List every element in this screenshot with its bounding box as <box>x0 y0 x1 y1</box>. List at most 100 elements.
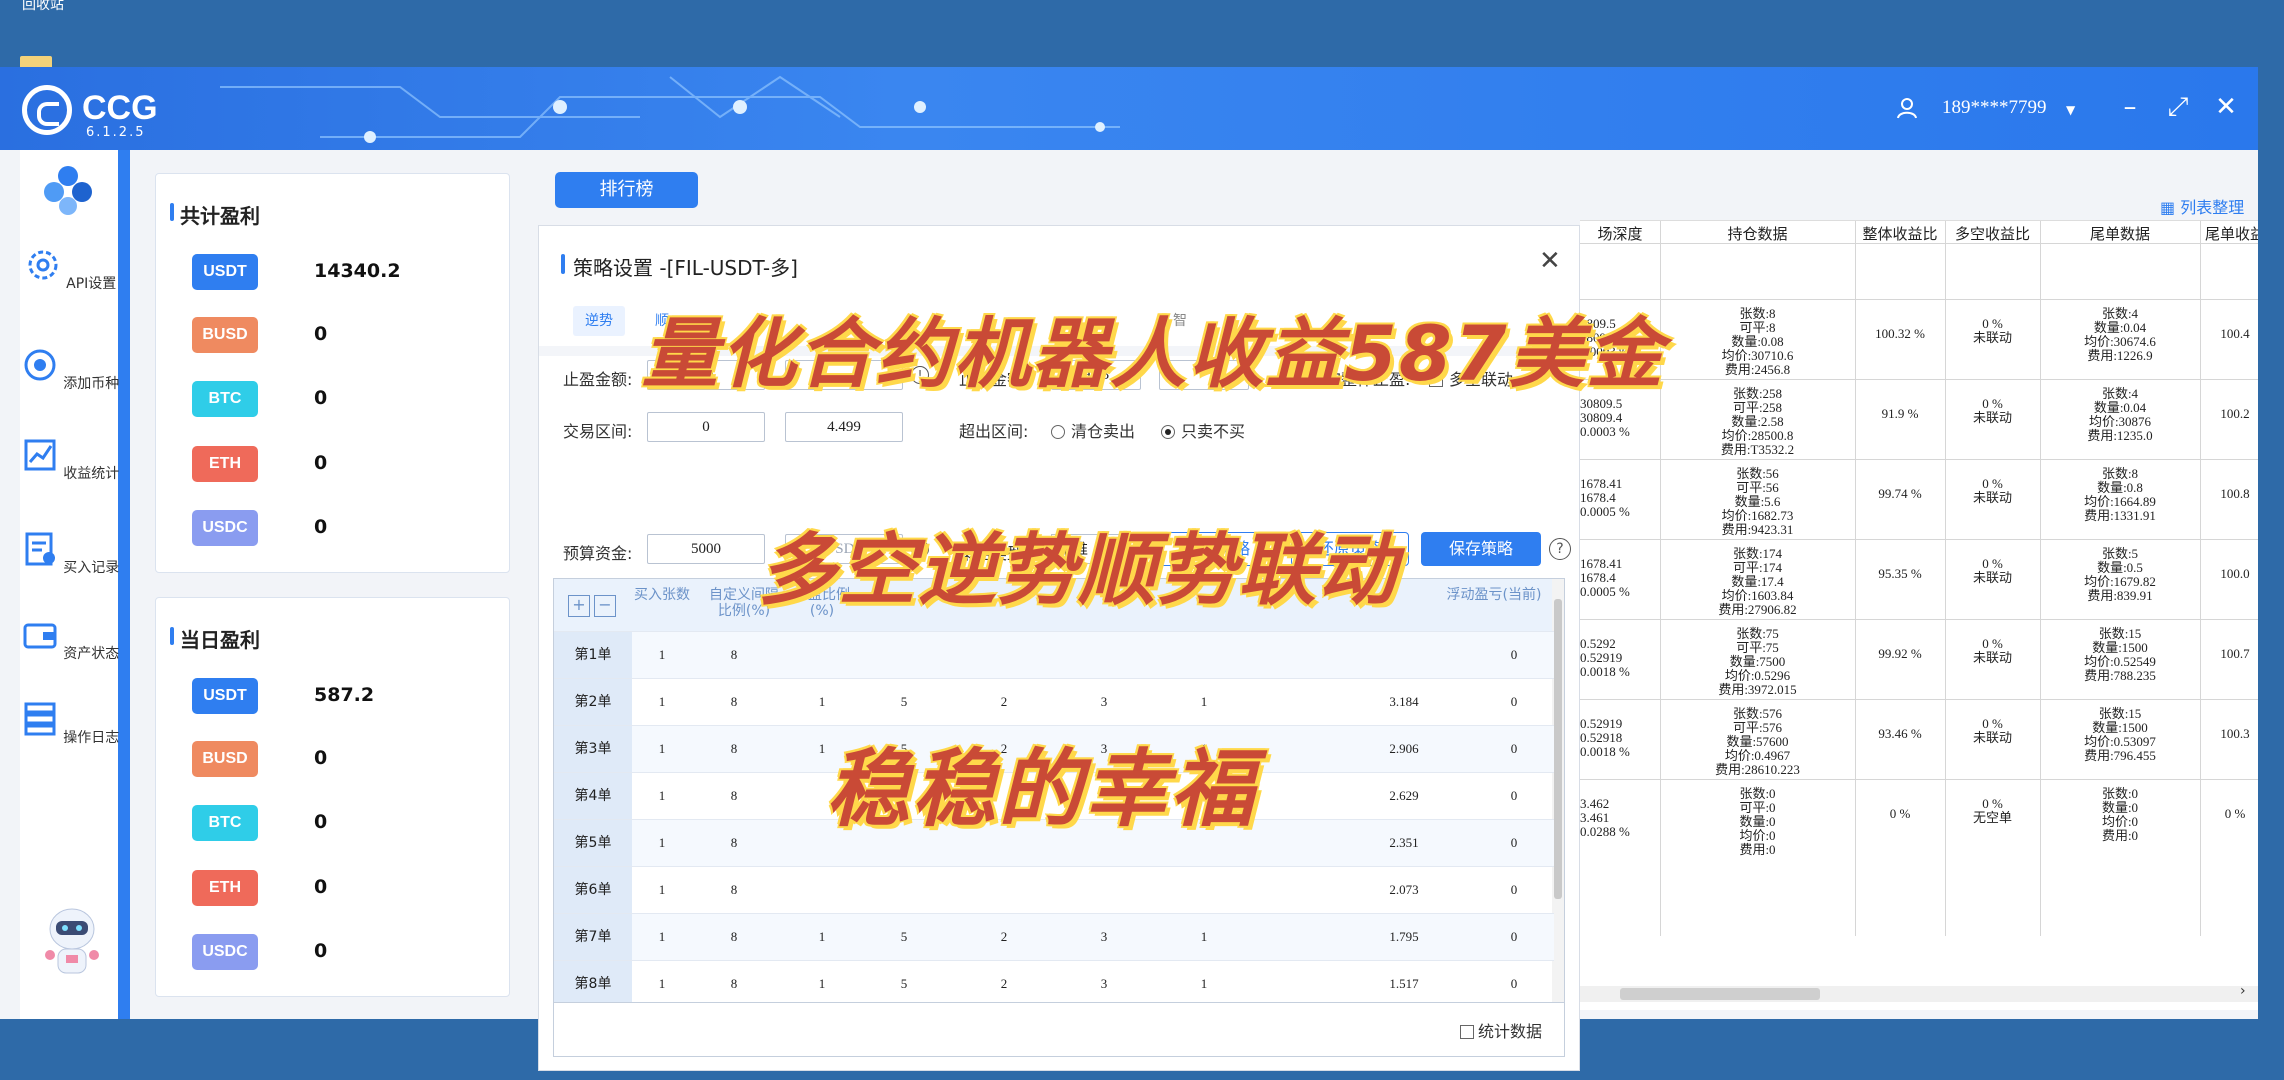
tab-contrarian[interactable]: 逆势 <box>573 306 625 336</box>
chevron-right-icon[interactable]: › <box>2240 983 2246 999</box>
table-cell: 张数:5 数量:0.5 均价:1679.82 费用:839.91 <box>2040 547 2200 603</box>
grid-cell[interactable]: 2.906 <box>1364 726 1444 772</box>
table-cell-line: 数量:5.6 <box>1734 494 1781 509</box>
grid-row[interactable]: 第6单 1 8 2.073 0 <box>554 866 1554 913</box>
stats-checkbox[interactable]: 统计数据 <box>1459 1018 1542 1042</box>
grid-cell[interactable]: 0 <box>1484 632 1544 678</box>
grid-cell[interactable]: 5 <box>874 679 934 725</box>
grid-cell[interactable]: 0 <box>1484 961 1544 1002</box>
grid-cell[interactable]: 0 <box>1484 773 1544 819</box>
table-cell: 93.46 % <box>1855 727 1945 741</box>
grid-cell[interactable]: 5 <box>874 961 934 1002</box>
close-icon[interactable]: ✕ <box>2208 89 2244 125</box>
sidebar-item-api[interactable]: API设置 <box>20 246 120 293</box>
grid-cell[interactable]: 2.629 <box>1364 773 1444 819</box>
grid-row[interactable]: 第2单 1 8 1 5 2 3 1 3.184 0 <box>554 678 1554 725</box>
grid-cell[interactable]: 2.073 <box>1364 867 1444 913</box>
coin-badge: BUSD <box>192 317 258 353</box>
grid-cell[interactable]: 8 <box>704 914 764 960</box>
help-icon[interactable]: ? <box>1549 538 1571 560</box>
grid-cell[interactable]: 0 <box>1484 914 1544 960</box>
minimize-icon[interactable]: – <box>2112 89 2148 125</box>
grid-cell[interactable]: 1.795 <box>1364 914 1444 960</box>
grid-cell[interactable]: 1 <box>1174 961 1234 1002</box>
sidebar-item-add-coin[interactable]: 添加币种 <box>20 346 120 393</box>
close-icon[interactable]: ✕ <box>1539 246 1561 276</box>
grid-cell[interactable]: 1 <box>1174 914 1234 960</box>
grid-cell[interactable]: 0 <box>1484 679 1544 725</box>
table-cell-line: 张数:174 <box>1732 546 1783 561</box>
grid-cell[interactable]: 8 <box>704 820 764 866</box>
grid-cell[interactable]: 0 <box>1484 867 1544 913</box>
grid-cell[interactable]: 2 <box>974 679 1034 725</box>
range-min-input[interactable]: 0 <box>647 412 765 442</box>
grid-cell[interactable]: 1 <box>632 773 692 819</box>
grid-cell[interactable]: 1 <box>792 961 852 1002</box>
user-account[interactable]: 189****7799 <box>1942 97 2047 119</box>
horizontal-scrollbar[interactable] <box>1580 986 2258 1002</box>
grid-cell[interactable]: 3 <box>1074 961 1134 1002</box>
radio-clear-sell[interactable]: 清仓卖出 <box>1051 418 1135 442</box>
grid-cell[interactable]: 8 <box>704 679 764 725</box>
radio-sell-only[interactable]: 只卖不买 <box>1161 418 1245 442</box>
grid-cell[interactable]: 1 <box>632 632 692 678</box>
grid-cell[interactable]: 1 <box>632 820 692 866</box>
chevron-down-icon[interactable]: ▼ <box>2066 103 2075 117</box>
sidebar-item-buy-record[interactable]: 买入记录 <box>20 530 120 577</box>
table-cell-line: 0.52919 <box>1580 650 1623 665</box>
grid-cell[interactable]: 0 <box>1484 820 1544 866</box>
grid-cell[interactable]: 1 <box>632 961 692 1002</box>
grid-cell[interactable]: 2 <box>974 914 1034 960</box>
grid-cell[interactable]: 2 <box>974 961 1034 1002</box>
budget-input[interactable]: 5000 <box>647 534 765 564</box>
add-row-icon[interactable]: + <box>568 595 590 617</box>
maximize-icon[interactable]: ⤢ <box>2160 89 2196 125</box>
table-cell-line: 100.2 <box>2220 406 2250 421</box>
grid-cell[interactable]: 8 <box>704 773 764 819</box>
grid-row[interactable]: 第7单 1 8 1 5 2 3 1 1.795 0 <box>554 913 1554 960</box>
grid-cell[interactable]: 8 <box>704 726 764 772</box>
grid-cell[interactable]: 3 <box>1074 679 1134 725</box>
sidebar-item-assets[interactable]: 资产状态 <box>20 616 120 663</box>
table-cell-line: 费用:0 <box>1739 842 1776 857</box>
scrollbar-thumb[interactable] <box>1554 599 1562 899</box>
grid-cell[interactable]: 1 <box>632 914 692 960</box>
sidebar-item-logs[interactable]: 操作日志 <box>20 700 120 747</box>
grid-cell[interactable]: 0 <box>1484 726 1544 772</box>
list-tidy-link[interactable]: ▦ 列表整理 <box>2160 194 2244 218</box>
row-divider <box>1580 299 2258 300</box>
remove-row-icon[interactable]: − <box>594 595 616 617</box>
scrollbar-thumb[interactable] <box>1620 988 1820 1000</box>
grid-cell[interactable]: 8 <box>704 867 764 913</box>
grid-cell[interactable]: 5 <box>874 914 934 960</box>
overlay-caption-3: 稳稳的幸福 <box>826 740 1257 838</box>
table-cell: 0 % <box>2200 807 2258 821</box>
grid-cell[interactable]: 3.184 <box>1364 679 1444 725</box>
table-cell: 100.4 <box>2200 327 2258 341</box>
row-divider <box>1580 459 2258 460</box>
grid-cell[interactable]: 1 <box>1174 679 1234 725</box>
grid-cell[interactable]: 1 <box>632 726 692 772</box>
grid-cell[interactable]: 2.351 <box>1364 820 1444 866</box>
table-cell-line: 张数:56 <box>1736 466 1779 481</box>
grid-cell[interactable]: 1 <box>632 867 692 913</box>
coin-add-icon <box>24 349 56 381</box>
table-cell: 3.462 3.461 0.0288 % <box>1580 797 1660 839</box>
grid-cell[interactable]: 1 <box>792 914 852 960</box>
ranking-button[interactable]: 排行榜 <box>555 172 698 208</box>
grid-cell[interactable]: 8 <box>704 632 764 678</box>
coin-badge: ETH <box>192 446 258 482</box>
grid-cell[interactable]: 1 <box>632 679 692 725</box>
grid-row[interactable]: 第1单 1 8 0 <box>554 631 1554 678</box>
table-cell-line: 张数:75 <box>1736 626 1779 641</box>
sidebar-item-stats[interactable]: 收益统计 <box>20 436 120 483</box>
grid-row[interactable]: 第8单 1 8 1 5 2 3 1 1.517 0 <box>554 960 1554 1002</box>
grid-cell[interactable]: 1 <box>792 679 852 725</box>
save-strategy-button[interactable]: 保存策略 <box>1421 532 1541 566</box>
table-cell-line: 均价:0 <box>1739 828 1776 843</box>
table-cell-line: 未联动 <box>1972 730 2012 745</box>
grid-cell[interactable]: 8 <box>704 961 764 1002</box>
grid-cell[interactable]: 1.517 <box>1364 961 1444 1002</box>
range-max-input[interactable]: 4.499 <box>785 412 903 442</box>
grid-cell[interactable]: 3 <box>1074 914 1134 960</box>
